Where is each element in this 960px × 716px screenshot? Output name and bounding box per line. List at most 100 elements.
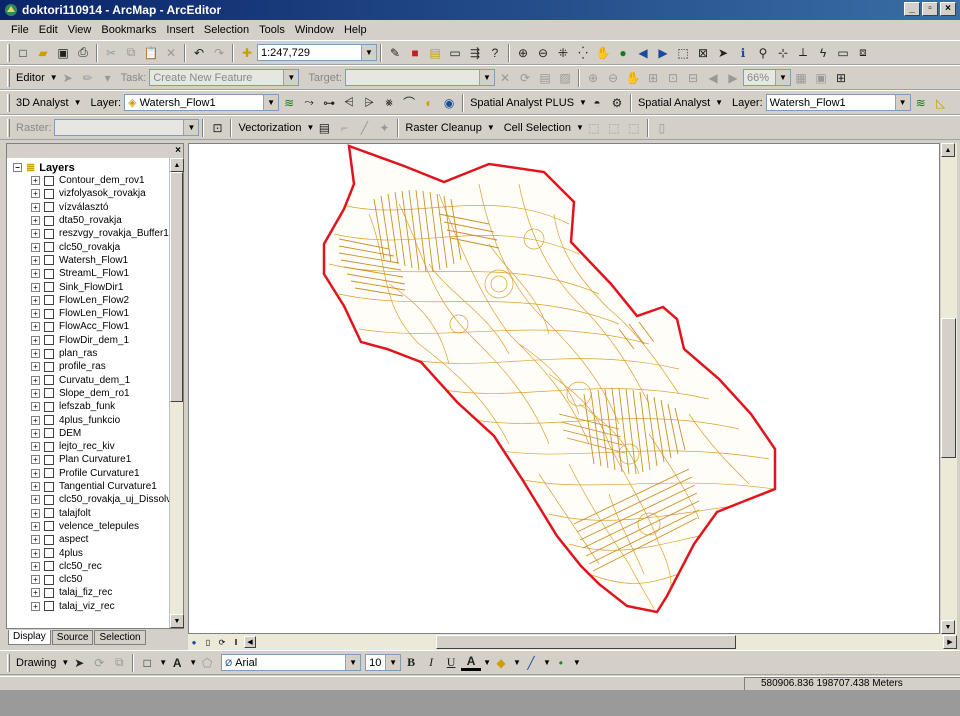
chevron-down-icon[interactable]: ▼: [576, 123, 584, 132]
map-view[interactable]: [188, 143, 940, 634]
forward-extent-icon[interactable]: ▶: [653, 43, 673, 63]
spatial-plus-settings-icon[interactable]: ⚙: [607, 93, 627, 113]
attributes-icon[interactable]: ▤: [535, 68, 555, 88]
focus-data-frame-icon[interactable]: ▣: [811, 68, 831, 88]
zoom-percent-combo[interactable]: 66% ▼: [743, 69, 791, 86]
select-elements-icon[interactable]: ➤: [69, 653, 89, 673]
chevron-down-icon[interactable]: ▼: [513, 658, 521, 667]
chevron-down-icon[interactable]: ▼: [183, 120, 199, 135]
interpolate-point-icon[interactable]: ⩤: [339, 93, 359, 113]
layer-visibility-checkbox[interactable]: [44, 321, 54, 332]
tab-display[interactable]: Display: [8, 630, 51, 645]
chevron-down-icon[interactable]: ▼: [263, 95, 279, 110]
scroll-left-icon[interactable]: ◀: [244, 636, 256, 648]
layer-row[interactable]: + lefszab_funk: [31, 400, 115, 413]
layer-visibility-checkbox[interactable]: [44, 441, 54, 452]
font-color-button[interactable]: A: [461, 654, 482, 671]
save-icon[interactable]: ▣: [53, 43, 73, 63]
spatial-analyst-menu[interactable]: Spatial Analyst: [635, 97, 713, 109]
chevron-down-icon[interactable]: ▼: [894, 95, 910, 110]
chevron-down-icon[interactable]: ▼: [715, 98, 723, 107]
steepest-path-icon[interactable]: ⤳: [299, 93, 319, 113]
zoom-out-page-icon[interactable]: ⊖: [603, 68, 623, 88]
layer-visibility-checkbox[interactable]: [44, 548, 54, 559]
layer-visibility-checkbox[interactable]: [44, 508, 54, 519]
delete-icon[interactable]: ✕: [161, 43, 181, 63]
layer-row[interactable]: + reszvgy_rovakja_Buffer1: [31, 227, 169, 240]
layer-row[interactable]: + talajfolt: [31, 507, 91, 520]
layer-visibility-checkbox[interactable]: [44, 308, 54, 319]
layer-row[interactable]: + clc50_rec: [31, 560, 102, 573]
restore-button[interactable]: ▫: [922, 2, 938, 16]
layer-visibility-checkbox[interactable]: [44, 574, 54, 585]
new-file-icon[interactable]: □: [13, 43, 33, 63]
layer-row[interactable]: + clc50: [31, 573, 82, 586]
marker-color-icon[interactable]: •: [551, 653, 571, 673]
layer-visibility-checkbox[interactable]: [44, 282, 54, 293]
expand-icon[interactable]: +: [31, 309, 40, 319]
expand-icon[interactable]: +: [31, 176, 40, 186]
layout-view-icon[interactable]: ▯: [202, 636, 214, 648]
chevron-down-icon[interactable]: ▼: [483, 658, 491, 667]
editor-toolbar-icon[interactable]: ✎: [385, 43, 405, 63]
zoom-100-icon[interactable]: ⊡: [663, 68, 683, 88]
expand-icon[interactable]: +: [31, 442, 40, 452]
map-tips-icon[interactable]: ▭: [833, 43, 853, 63]
layer-visibility-checkbox[interactable]: [44, 175, 54, 186]
change-layout-icon[interactable]: ⊞: [831, 68, 851, 88]
map-hscroll-thumb[interactable]: [436, 635, 736, 649]
toc-vertical-scrollbar[interactable]: ▲ ▼: [169, 158, 184, 628]
layer-row[interactable]: + vízválasztó: [31, 201, 108, 214]
expand-icon[interactable]: +: [31, 415, 40, 425]
layer-visibility-checkbox[interactable]: [44, 454, 54, 465]
menu-file[interactable]: File: [6, 24, 34, 36]
minimize-button[interactable]: _: [904, 2, 920, 16]
expand-icon[interactable]: +: [31, 375, 40, 385]
print-icon[interactable]: ⎙: [73, 43, 93, 63]
zoom-whole-page-icon[interactable]: ⊞: [643, 68, 663, 88]
interpolate-polygon-icon[interactable]: ⨳: [379, 93, 399, 113]
expand-icon[interactable]: +: [31, 482, 40, 492]
layer-row[interactable]: +4plus_funkcio: [31, 413, 120, 426]
map-hscroll-track[interactable]: [256, 635, 943, 649]
scroll-down-icon[interactable]: ▼: [941, 620, 955, 634]
expand-icon[interactable]: +: [31, 561, 40, 571]
expand-icon[interactable]: +: [31, 495, 40, 505]
layer-visibility-checkbox[interactable]: [44, 375, 54, 386]
layer-row[interactable]: + talaj_fiz_rec: [31, 586, 112, 599]
task-combo[interactable]: Create New Feature ▼: [149, 69, 300, 86]
expand-icon[interactable]: +: [31, 388, 40, 398]
identify-icon[interactable]: ℹ: [733, 43, 753, 63]
overview-icon[interactable]: ⧈: [853, 43, 873, 63]
expand-icon[interactable]: +: [31, 349, 40, 359]
split-icon[interactable]: ✕: [495, 68, 515, 88]
profile-graph-icon[interactable]: ⌒: [399, 93, 419, 113]
fixed-zoom-page-icon[interactable]: ⊟: [683, 68, 703, 88]
layer-visibility-checkbox[interactable]: [44, 228, 54, 239]
cell-selection-menu[interactable]: Cell Selection: [501, 122, 574, 134]
arctoolbox-icon[interactable]: ■: [405, 43, 425, 63]
rotate-icon[interactable]: ⟳: [515, 68, 535, 88]
pan-icon[interactable]: ✋: [593, 43, 613, 63]
layer-visibility-checkbox[interactable]: [44, 415, 54, 426]
line-of-sight-icon[interactable]: ⊶: [319, 93, 339, 113]
layer-row[interactable]: + Tangential Curvature1: [31, 480, 157, 493]
rotate-element-icon[interactable]: ⟳: [89, 653, 109, 673]
expand-icon[interactable]: +: [31, 322, 40, 332]
drawing-menu[interactable]: Drawing: [13, 657, 59, 669]
tab-selection[interactable]: Selection: [94, 630, 146, 645]
layer-row[interactable]: + Profile Curvature1: [31, 467, 140, 480]
layer-visibility-checkbox[interactable]: [44, 494, 54, 505]
menu-help[interactable]: Help: [339, 24, 372, 36]
sketch-dropdown-icon[interactable]: ▾: [98, 68, 118, 88]
layer-row[interactable]: + lejto_rec_kiv: [31, 440, 115, 453]
layer-row[interactable]: +4plus: [31, 546, 83, 559]
scroll-thumb[interactable]: [170, 172, 183, 402]
cell-select-eraser-icon[interactable]: ▯: [652, 118, 672, 138]
chevron-down-icon[interactable]: ▼: [306, 123, 314, 132]
editor-menu[interactable]: Editor: [13, 72, 48, 84]
scroll-up-icon[interactable]: ▲: [170, 158, 184, 172]
zoom-in-icon[interactable]: ⊕: [513, 43, 533, 63]
chevron-down-icon[interactable]: ▼: [283, 70, 299, 85]
chevron-down-icon[interactable]: ▼: [345, 655, 361, 670]
